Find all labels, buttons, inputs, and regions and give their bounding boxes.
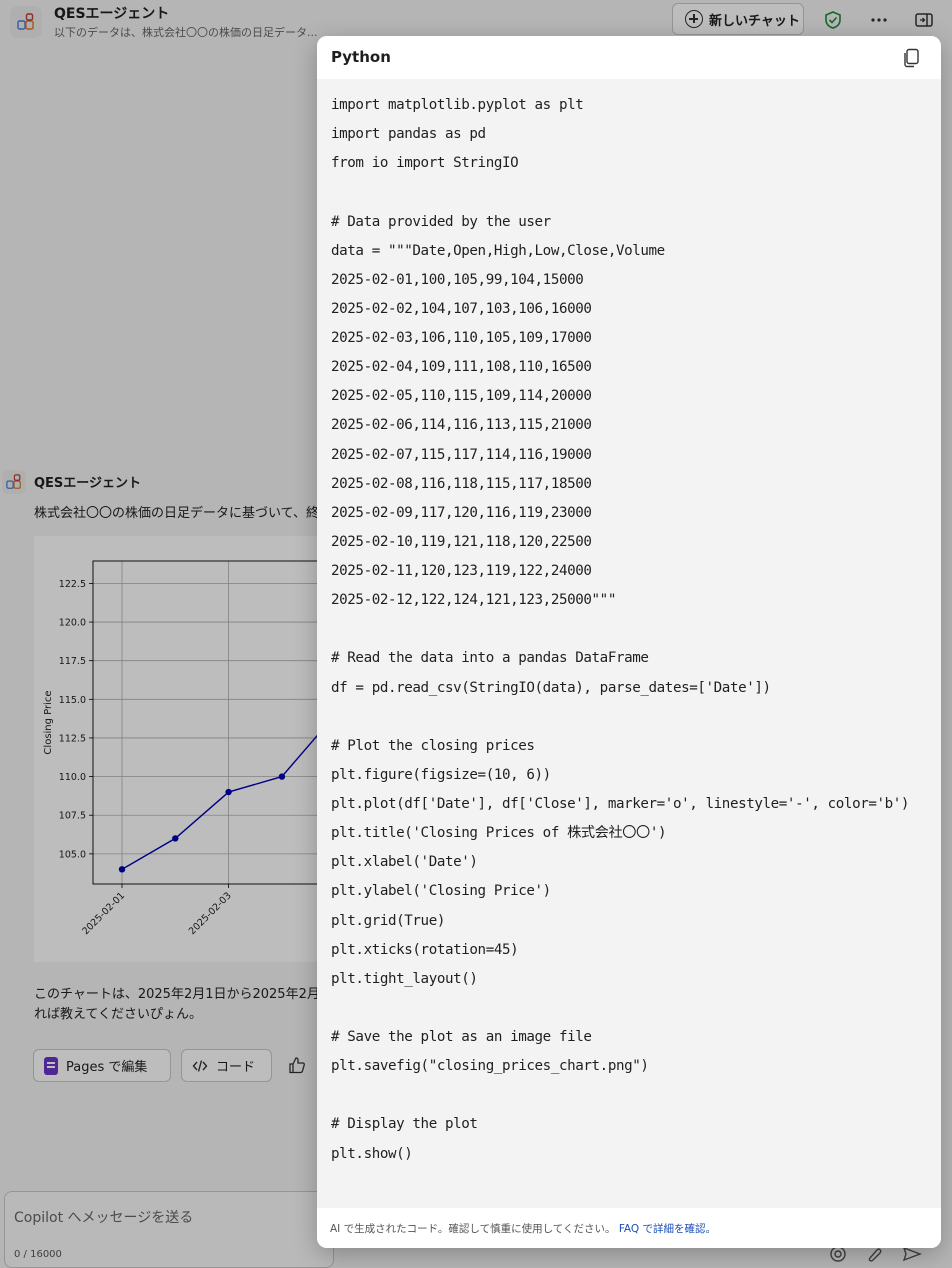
code-line: 2025-02-10,119,121,118,120,22500 [331,533,592,550]
code-viewer-header: Python [317,36,941,79]
code-line: plt.xticks(rotation=45) [331,941,519,958]
code-line: plt.grid(True) [331,912,445,929]
code-line: 2025-02-12,122,124,121,123,25000""" [331,592,616,609]
code-line: df = pd.read_csv(StringIO(data), parse_d… [331,679,771,696]
code-line: # Data provided by the user [331,213,551,230]
code-line: plt.xlabel('Date') [331,854,478,871]
ai-disclaimer: AI で生成されたコード。確認して慎重に使用してください。 FAQ で詳細を確認… [330,1221,716,1236]
code-line: data = """Date,Open,High,Low,Close,Volum… [331,242,665,259]
code-language-title: Python [331,48,391,66]
code-line: plt.tight_layout() [331,970,478,987]
code-line: # Plot the closing prices [331,737,535,754]
code-line: 2025-02-04,109,111,108,110,16500 [331,359,592,376]
code-line: # Display the plot [331,1116,478,1133]
code-viewer-dialog: Python import matplotlib.pyplot as plt im… [317,36,941,1248]
code-line: plt.title('Closing Prices of 株式会社〇〇') [331,825,667,842]
copy-code-button[interactable] [902,48,920,68]
code-line: 2025-02-08,116,118,115,117,18500 [331,475,592,492]
copy-icon [904,48,919,68]
code-viewer-footer: AI で生成されたコード。確認して慎重に使用してください。 FAQ で詳細を確認… [317,1208,941,1248]
code-line: plt.plot(df['Date'], df['Close'], marker… [331,796,910,812]
code-line: 2025-02-09,117,120,116,119,23000 [331,504,592,521]
code-line: 2025-02-03,106,110,105,109,17000 [331,330,592,346]
code-line: 2025-02-01,100,105,99,104,15000 [331,271,584,288]
code-line: plt.show() [331,1145,413,1162]
code-line: 2025-02-02,104,107,103,106,16000 [331,300,592,317]
code-block[interactable]: import matplotlib.pyplot as plt import pa… [331,91,935,1169]
code-line: plt.savefig("closing_prices_chart.png") [331,1058,649,1075]
code-line: import matplotlib.pyplot as plt [331,97,584,113]
disclaimer-text: AI で生成されたコード。確認して慎重に使用してください。 [330,1223,616,1235]
code-line: 2025-02-06,114,116,113,115,21000 [331,417,592,434]
code-line: # Save the plot as an image file [331,1029,592,1045]
faq-link[interactable]: FAQ で詳細を確認。 [619,1223,716,1235]
code-line: from io import StringIO [331,155,519,172]
code-line: 2025-02-07,115,117,114,116,19000 [331,446,592,463]
code-line: 2025-02-11,120,123,119,122,24000 [331,563,592,579]
code-line: plt.ylabel('Closing Price') [331,883,551,900]
code-line: import pandas as pd [331,126,486,143]
code-line: plt.figure(figsize=(10, 6)) [331,766,551,783]
code-line: # Read the data into a pandas DataFrame [331,650,649,667]
code-line: 2025-02-05,110,115,109,114,20000 [331,388,592,405]
